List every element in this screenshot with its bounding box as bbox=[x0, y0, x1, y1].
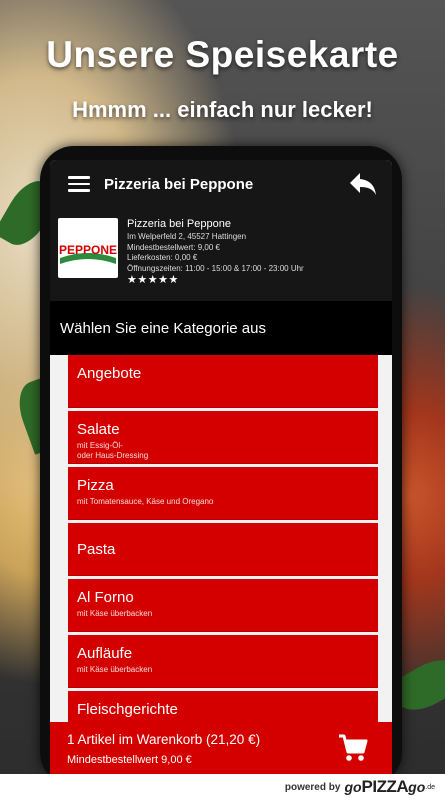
category-subtitle: mit Käse überbacken bbox=[77, 609, 153, 618]
logo-text: PEPPONE bbox=[59, 243, 117, 257]
restaurant-info: PEPPONE Pizzeria bei Peppone Im Welperfe… bbox=[50, 208, 392, 301]
app-bar: Pizzeria bei Peppone bbox=[50, 160, 392, 208]
brand-tld: .de bbox=[425, 783, 435, 791]
restaurant-hours: Öffnungszeiten: 11:00 - 15:00 & 17:00 - … bbox=[127, 263, 304, 273]
category-item-al-forno[interactable]: Al Forno mit Käse überbacken bbox=[68, 579, 378, 632]
powered-by-footer: powered by go PIZZA go .de bbox=[0, 774, 445, 800]
category-title: Fleischgerichte bbox=[77, 701, 178, 718]
cart-min-order: Mindestbestellwert 9,00 € bbox=[67, 754, 192, 766]
app-title: Pizzeria bei Peppone bbox=[104, 175, 254, 193]
promo-headline: Unsere Speisekarte bbox=[46, 34, 399, 75]
category-item-auflaeufe[interactable]: Aufläufe mit Käse überbacken bbox=[68, 635, 378, 688]
category-item-pizza[interactable]: Pizza mit Tomatensauce, Käse und Oregano bbox=[68, 467, 378, 520]
restaurant-delivery-cost: Lieferkosten: 0,00 € bbox=[127, 253, 198, 262]
brand-suffix: go bbox=[408, 779, 426, 795]
cart-bar[interactable]: 1 Artikel im Warenkorb (21,20 €) Mindest… bbox=[50, 722, 392, 774]
category-title: Angebote bbox=[77, 365, 142, 382]
powered-by-label: powered by bbox=[284, 781, 341, 793]
category-title: Aufläufe bbox=[77, 645, 133, 662]
category-title: Salate bbox=[77, 421, 120, 438]
hamburger-menu-icon[interactable] bbox=[68, 176, 90, 192]
category-title: Pasta bbox=[77, 541, 116, 558]
category-subtitle: mit Tomatensauce, Käse und Oregano bbox=[77, 497, 214, 506]
category-item-salate[interactable]: Salate mit Essig-Öl- oder Haus-Dressing bbox=[68, 411, 378, 464]
category-subtitle: mit Käse überbacken bbox=[77, 665, 153, 674]
cart-summary: 1 Artikel im Warenkorb (21,20 €) bbox=[67, 732, 261, 747]
rating-stars: ★★★★★ bbox=[127, 274, 179, 286]
restaurant-logo: PEPPONE bbox=[58, 218, 118, 278]
restaurant-address: Im Welperfeld 2, 45527 Hattingen bbox=[127, 232, 247, 241]
category-title: Pizza bbox=[77, 477, 114, 494]
brand-name: PIZZA bbox=[361, 777, 409, 796]
category-header: Wählen Sie eine Kategorie aus bbox=[50, 301, 392, 355]
category-list: Angebote Salate mit Essig-Öl- oder Haus-… bbox=[68, 355, 378, 747]
reply-arrow-icon[interactable] bbox=[348, 171, 378, 197]
category-item-angebote[interactable]: Angebote bbox=[68, 355, 378, 408]
category-item-pasta[interactable]: Pasta bbox=[68, 523, 378, 576]
category-subtitle: mit Essig-Öl- oder Haus-Dressing bbox=[77, 441, 149, 460]
restaurant-min-order: Mindestbestellwert: 9,00 € bbox=[127, 242, 220, 252]
shopping-cart-icon[interactable] bbox=[338, 734, 368, 762]
restaurant-name: Pizzeria bei Peppone bbox=[127, 218, 231, 230]
brand-prefix: go bbox=[344, 779, 362, 795]
promo-subline: Hmmm ... einfach nur lecker! bbox=[72, 97, 373, 122]
category-title: Al Forno bbox=[77, 589, 134, 606]
app-screen: Pizzeria bei Peppone PEPPONE Pizzeria be… bbox=[50, 160, 392, 774]
restaurant-details: Pizzeria bei Peppone Im Welperfeld 2, 45… bbox=[127, 217, 304, 286]
